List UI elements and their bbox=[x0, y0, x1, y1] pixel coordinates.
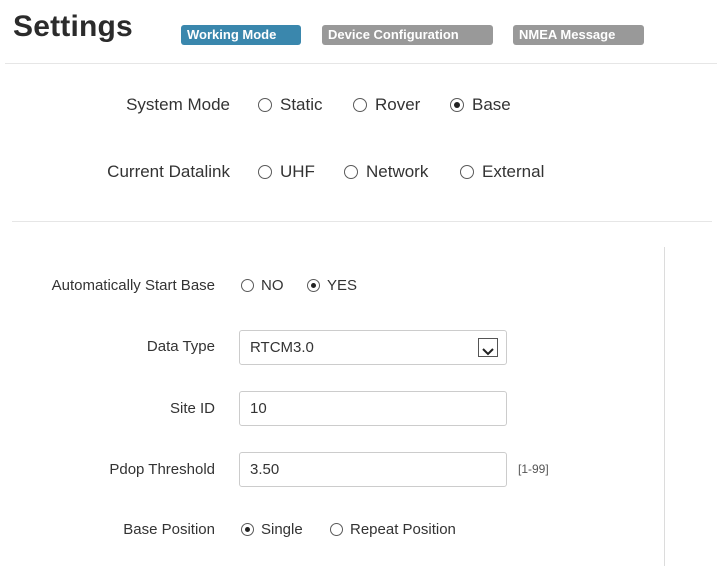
option-label: Repeat Position bbox=[350, 521, 456, 538]
option-label: UHF bbox=[280, 162, 315, 181]
tab-device-configuration[interactable]: Device Configuration bbox=[322, 25, 493, 45]
page-title: Settings bbox=[13, 10, 133, 43]
radio-indicator-selected bbox=[307, 279, 320, 292]
pdop-range-hint: [1-99] bbox=[518, 462, 549, 476]
option-label: Network bbox=[366, 162, 429, 181]
pdop-threshold-input[interactable] bbox=[239, 452, 507, 487]
datalink-external-radio[interactable]: External bbox=[460, 162, 544, 182]
auto-start-base-label: Automatically Start Base bbox=[51, 277, 215, 294]
data-type-value: RTCM3.0 bbox=[250, 339, 314, 356]
system-mode-base-radio[interactable]: Base bbox=[450, 95, 511, 115]
radio-indicator bbox=[258, 165, 272, 179]
option-label: Rover bbox=[375, 95, 421, 114]
site-id-label: Site ID bbox=[169, 400, 215, 417]
datalink-uhf-radio[interactable]: UHF bbox=[258, 162, 315, 182]
chevron-down-icon[interactable] bbox=[478, 338, 498, 357]
option-label: Single bbox=[261, 521, 303, 538]
auto-start-yes-radio[interactable]: YES bbox=[307, 277, 357, 294]
radio-indicator bbox=[258, 98, 272, 112]
radio-indicator-selected bbox=[450, 98, 464, 112]
option-label: Base bbox=[472, 95, 511, 114]
system-mode-rover-radio[interactable]: Rover bbox=[353, 95, 420, 115]
radio-indicator-selected bbox=[241, 523, 254, 536]
option-label: YES bbox=[327, 277, 358, 294]
base-position-repeat-radio[interactable]: Repeat Position bbox=[330, 521, 456, 538]
site-id-input[interactable] bbox=[239, 391, 507, 426]
option-label: Static bbox=[280, 95, 323, 114]
radio-indicator bbox=[344, 165, 358, 179]
option-label: NO bbox=[261, 277, 284, 294]
tab-working-mode[interactable]: Working Mode bbox=[181, 25, 301, 45]
vertical-divider bbox=[664, 247, 665, 566]
option-label: External bbox=[482, 162, 545, 181]
auto-start-no-radio[interactable]: NO bbox=[241, 277, 284, 294]
datalink-network-radio[interactable]: Network bbox=[344, 162, 428, 182]
radio-indicator bbox=[460, 165, 474, 179]
radio-indicator bbox=[353, 98, 367, 112]
current-datalink-label: Current Datalink bbox=[107, 162, 230, 181]
tab-nmea-message[interactable]: NMEA Message bbox=[513, 25, 644, 45]
data-type-label: Data Type bbox=[146, 338, 215, 355]
system-mode-static-radio[interactable]: Static bbox=[258, 95, 323, 115]
header-divider bbox=[5, 63, 717, 64]
pdop-threshold-label: Pdop Threshold bbox=[109, 461, 215, 478]
base-position-single-radio[interactable]: Single bbox=[241, 521, 303, 538]
base-position-label: Base Position bbox=[123, 521, 215, 538]
radio-indicator bbox=[330, 523, 343, 536]
section-divider bbox=[12, 221, 712, 222]
radio-indicator bbox=[241, 279, 254, 292]
system-mode-label: System Mode bbox=[126, 95, 230, 114]
data-type-select[interactable]: RTCM3.0 bbox=[239, 330, 507, 365]
